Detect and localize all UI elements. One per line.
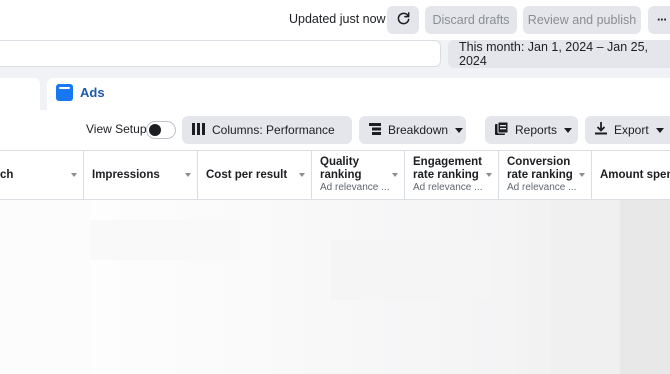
more-options-button[interactable]: ··· bbox=[648, 6, 670, 34]
table-header: ch Impressions Cost per result Quality r… bbox=[0, 150, 670, 200]
column-title: Cost per result bbox=[206, 169, 288, 181]
reports-dropdown-button[interactable]: Reports bbox=[485, 116, 578, 144]
column-header-amount-spent[interactable]: Amount spent bbox=[592, 151, 670, 199]
view-setup-label: View Setup bbox=[86, 122, 147, 136]
breakdown-label: Breakdown bbox=[388, 123, 449, 137]
tab-ad-sets[interactable] bbox=[0, 78, 40, 110]
update-status: Updated just now bbox=[289, 12, 386, 26]
columns-dropdown-button[interactable]: Columns: Performance bbox=[182, 116, 352, 144]
table-toolbar: View Setup Columns: Performance Breakdow… bbox=[0, 110, 670, 257]
filter-row: This month: Jan 1, 2024 – Jan 25, 2024 bbox=[0, 40, 670, 74]
review-and-publish-button[interactable]: Review and publish bbox=[523, 6, 641, 34]
caret-down-icon bbox=[455, 127, 464, 133]
breakdown-dropdown-button[interactable]: Breakdown bbox=[359, 116, 466, 144]
breakdown-icon bbox=[369, 122, 381, 138]
column-title: ch bbox=[0, 169, 14, 181]
level-tabs: Ads bbox=[0, 74, 670, 110]
tab-ads[interactable]: Ads bbox=[47, 78, 670, 110]
column-title-line1: Conversion bbox=[507, 156, 571, 168]
sort-icon bbox=[71, 173, 77, 177]
sort-icon bbox=[299, 173, 305, 177]
column-title: Impressions bbox=[92, 169, 160, 181]
sort-icon bbox=[392, 173, 398, 177]
refresh-button[interactable] bbox=[387, 6, 419, 34]
more-icon: ··· bbox=[657, 13, 667, 27]
sort-icon bbox=[486, 173, 492, 177]
caret-down-icon bbox=[655, 127, 664, 133]
column-subtitle: Ad relevance ... bbox=[413, 182, 483, 193]
column-header-cost-per-result[interactable]: Cost per result bbox=[198, 151, 312, 199]
blur-block bbox=[620, 200, 670, 374]
column-title-line2: rate ranking bbox=[413, 169, 479, 181]
column-title-line2: rate ranking bbox=[507, 169, 573, 181]
columns-icon bbox=[192, 122, 205, 138]
sort-icon bbox=[579, 173, 585, 177]
column-title-line1: Engagement bbox=[413, 156, 483, 168]
ads-icon bbox=[56, 84, 73, 101]
column-subtitle: Ad relevance ... bbox=[507, 182, 577, 193]
column-title-line1: Quality bbox=[320, 156, 359, 168]
discard-drafts-button[interactable]: Discard drafts bbox=[425, 6, 517, 34]
column-subtitle: Ad relevance ... bbox=[320, 182, 390, 193]
export-dropdown-button[interactable]: Export bbox=[585, 116, 670, 144]
column-title-line2: ranking bbox=[320, 169, 362, 181]
blur-block bbox=[90, 220, 240, 260]
search-input[interactable] bbox=[0, 40, 441, 67]
top-bar: Updated just now Discard drafts Review a… bbox=[0, 0, 670, 40]
column-header-conversion-rate-ranking[interactable]: Conversion rate ranking Ad relevance ... bbox=[499, 151, 592, 199]
table-body-blurred bbox=[0, 200, 670, 374]
column-title: Amount spent bbox=[600, 169, 670, 181]
export-label: Export bbox=[614, 123, 649, 137]
columns-label: Columns: Performance bbox=[212, 123, 335, 137]
caret-down-icon bbox=[564, 127, 573, 133]
date-range-picker[interactable]: This month: Jan 1, 2024 – Jan 25, 2024 bbox=[448, 40, 670, 68]
blur-block bbox=[330, 240, 490, 300]
date-range-label: This month: Jan 1, 2024 – Jan 25, 2024 bbox=[459, 40, 649, 68]
view-setup-toggle[interactable] bbox=[146, 121, 176, 139]
toggle-knob bbox=[149, 124, 161, 136]
blur-block bbox=[550, 200, 620, 374]
export-icon bbox=[595, 122, 607, 138]
column-header-impressions[interactable]: Impressions bbox=[84, 151, 198, 199]
column-header-engagement-rate-ranking[interactable]: Engagement rate ranking Ad relevance ... bbox=[405, 151, 499, 199]
reports-label: Reports bbox=[515, 123, 558, 137]
column-header-quality-ranking[interactable]: Quality ranking Ad relevance ... bbox=[312, 151, 405, 199]
blur-block bbox=[0, 200, 90, 374]
reports-icon bbox=[495, 121, 509, 138]
column-header-reach[interactable]: ch bbox=[0, 151, 84, 199]
tab-ads-label: Ads bbox=[80, 85, 105, 100]
refresh-icon bbox=[396, 11, 411, 29]
sort-icon bbox=[185, 173, 191, 177]
